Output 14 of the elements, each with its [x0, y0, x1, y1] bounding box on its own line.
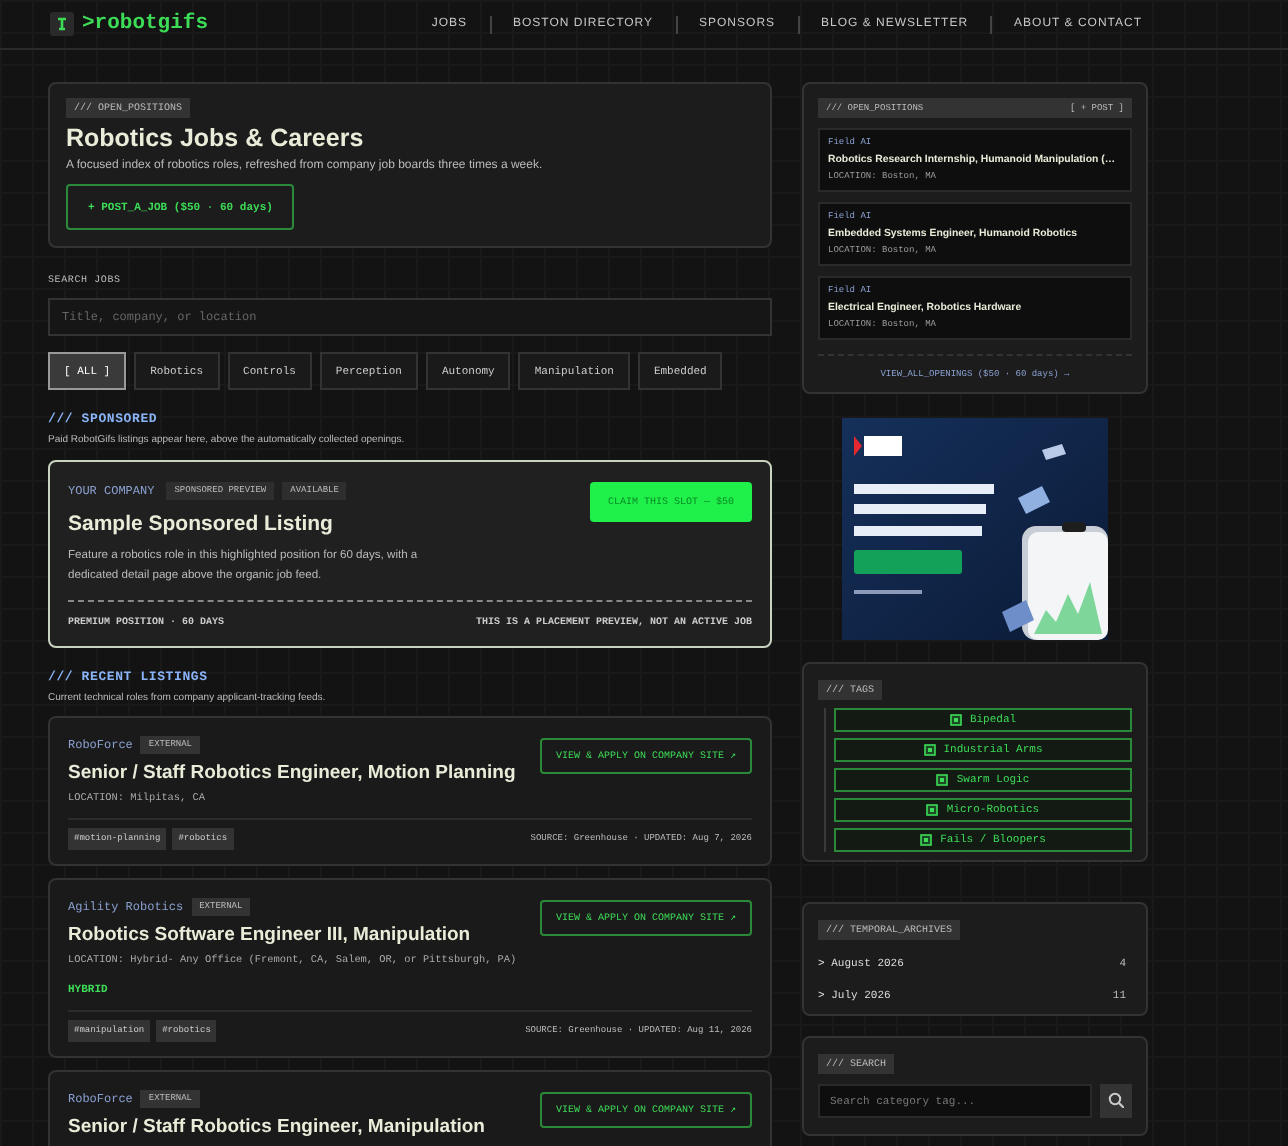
search-icon — [1108, 1092, 1124, 1108]
listing-title: Sample Sponsored Listing — [68, 512, 335, 536]
tag-icon — [936, 773, 949, 786]
job-title[interactable]: Senior / Staff Robotics Engineer, Motion Planning — [68, 762, 516, 784]
logo-icon[interactable] — [50, 12, 74, 36]
job-title[interactable]: Robotics Software Engineer III, Manipulation — [68, 924, 517, 946]
site-logo[interactable]: >robotgifs — [82, 12, 209, 36]
tag-icon — [949, 713, 962, 726]
search-button[interactable] — [1100, 1083, 1132, 1117]
job-title[interactable]: Senior / Staff Robotics Engineer, Manipulation — [68, 1116, 485, 1138]
tag-icon — [923, 743, 936, 756]
page-title: Robotics Jobs & Careers — [66, 124, 366, 152]
tag-icon — [926, 803, 939, 816]
tag-icon — [920, 833, 933, 846]
